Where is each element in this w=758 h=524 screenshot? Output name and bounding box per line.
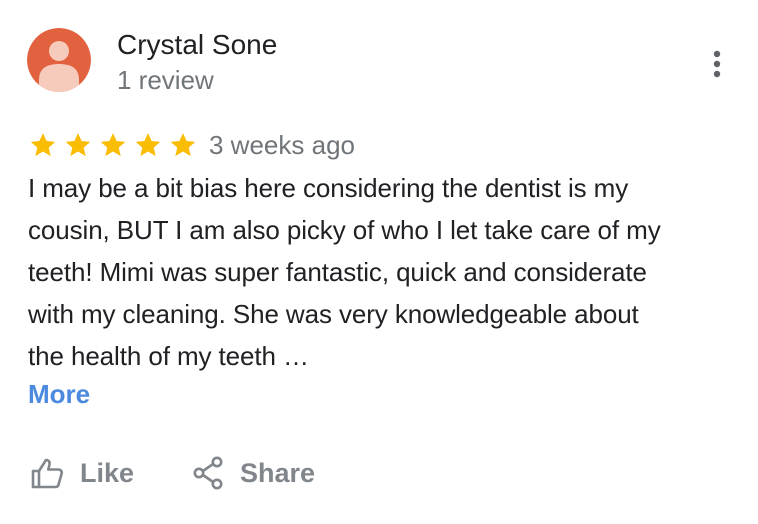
review-text-line: I may be a bit bias here considering the…: [28, 173, 629, 203]
thumb-up-icon: [31, 458, 64, 489]
like-label: Like: [80, 458, 135, 488]
star-icon: [100, 133, 126, 157]
star-icon: [170, 133, 196, 157]
share-label: Share: [240, 458, 316, 488]
review-text-line: with my cleaning. She was very knowledge…: [28, 299, 639, 329]
reviewer-review-count: 1 review: [117, 65, 214, 95]
more-vert-icon: [713, 50, 721, 78]
person-avatar-icon: [27, 28, 91, 92]
star-icon: [135, 133, 161, 157]
reviewer-name[interactable]: Crystal Sone: [117, 28, 277, 62]
review-text-line: cousin, BUT I am also picky of who I let…: [28, 215, 661, 245]
more-link[interactable]: More: [28, 377, 90, 411]
share-button[interactable]: Share: [192, 456, 315, 490]
star-rating: [29, 131, 204, 159]
review-text: I may be a bit bias here considering the…: [28, 167, 743, 377]
more-options-button[interactable]: [700, 44, 734, 84]
rating-row: 3 weeks ago: [29, 126, 355, 164]
review-actions: Like Share: [30, 452, 315, 494]
reviewer-avatar[interactable]: [27, 28, 91, 92]
review-card: Crystal Sone 1 review 3 weeks ago I may …: [0, 0, 758, 524]
review-text-line: the health of my teeth …: [28, 341, 309, 371]
like-button[interactable]: Like: [30, 456, 134, 490]
share-icon: [193, 456, 223, 490]
star-icon: [65, 133, 91, 157]
star-icon: [30, 133, 56, 157]
review-date: 3 weeks ago: [209, 130, 355, 160]
review-text-line: teeth! Mimi was super fantastic, quick a…: [28, 257, 647, 287]
